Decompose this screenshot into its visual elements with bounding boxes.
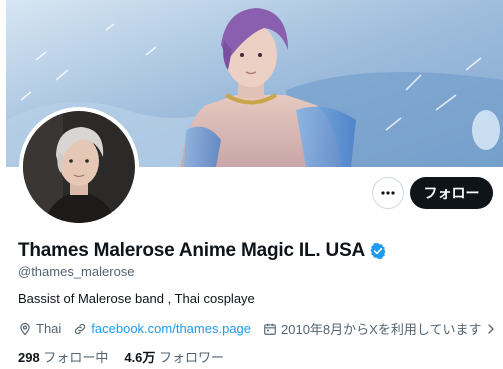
follow-stats: 298 フォロー中 4.6万 フォロワー [18, 347, 224, 366]
profile-bio: Bassist of Malerose band , Thai cosplaye [18, 291, 255, 306]
more-options-button[interactable] [372, 177, 404, 209]
chevron-right-icon [488, 323, 495, 334]
username-handle: @thames_malerose [18, 264, 135, 279]
calendar-icon [264, 323, 276, 335]
more-dots-icon [381, 191, 395, 195]
followers-label: フォロワー [159, 350, 225, 365]
follow-button[interactable]: フォロー [410, 177, 493, 209]
profile-page: フォロー Thames Malerose Anime Magic IL. USA… [6, 0, 503, 369]
avatar-frame [19, 107, 139, 227]
followers-stat[interactable]: 4.6万 フォロワー [124, 347, 224, 366]
website-item: facebook.com/thames.page [73, 321, 251, 336]
following-label: フォロー中 [43, 350, 109, 365]
following-stat[interactable]: 298 フォロー中 [18, 347, 108, 366]
joined-text: 2010年8月からXを利用しています [281, 322, 482, 337]
verified-badge-icon[interactable] [369, 242, 387, 260]
website-link[interactable]: facebook.com/thames.page [91, 321, 251, 336]
following-count: 298 [18, 350, 40, 365]
location-text: Thai [36, 321, 62, 336]
display-name: Thames Malerose Anime Magic IL. USA [18, 240, 366, 261]
location-pin-icon [20, 322, 30, 335]
link-icon [75, 323, 86, 334]
profile-meta: Thai facebook.com/thames.page 2010年8月からX… [18, 319, 503, 338]
followers-count: 4.6万 [124, 350, 156, 365]
avatar[interactable] [23, 111, 135, 223]
joined-item[interactable]: 2010年8月からXを利用しています [263, 319, 497, 338]
profile-name-row: Thames Malerose Anime Magic IL. USA [18, 240, 387, 262]
location-item: Thai [18, 321, 61, 336]
